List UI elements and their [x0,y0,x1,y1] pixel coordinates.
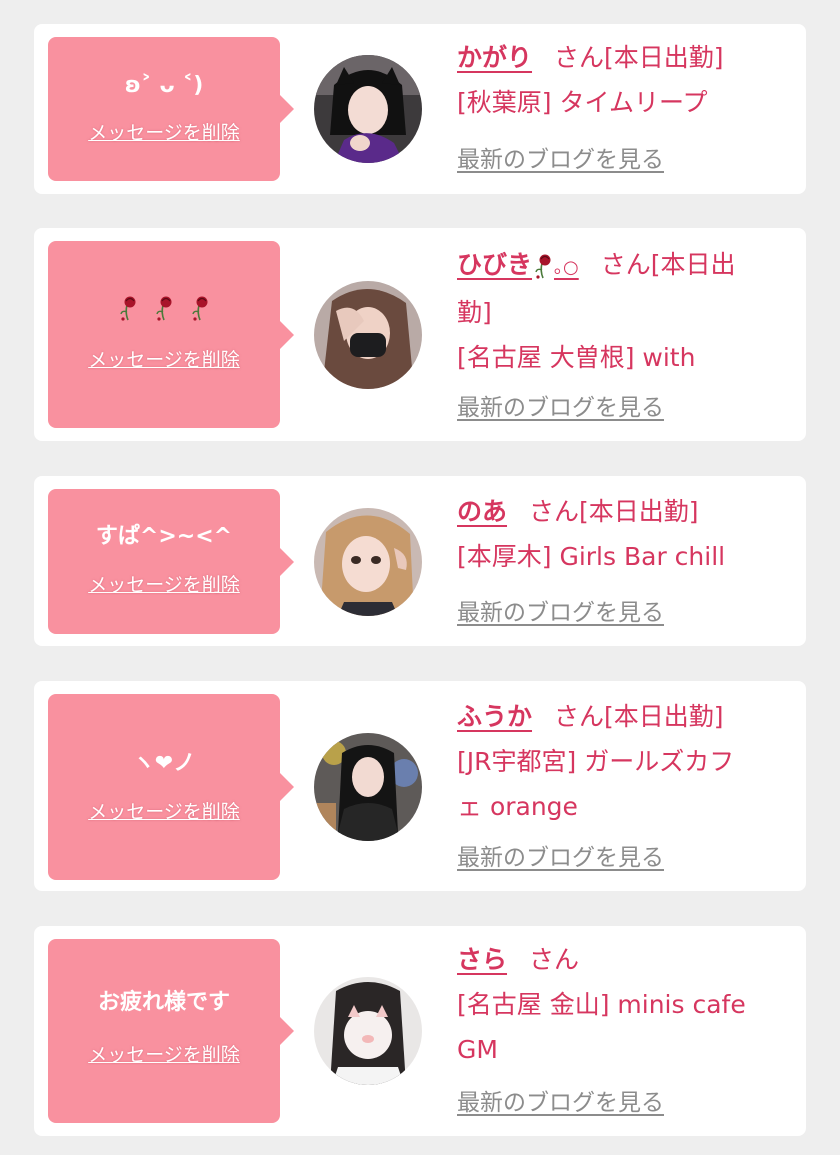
avatar[interactable] [314,281,422,389]
message-bubble: メッセージを削除 [48,241,294,428]
message-text: ヽ❤︎ノ [132,751,196,776]
wilted-rose-icon [535,253,552,280]
small-circles-icon: ｡○ [554,257,579,278]
message-text: ʚ⁠˃ ᴗ ˂⁠) [124,73,204,98]
avatar[interactable] [314,55,422,163]
cast-info: さら さん [名古屋 金山] minis cafe GM [457,937,787,1072]
message-card: すぱ^>~<^ メッセージを削除 のあ さん[本日出勤] [本厚木] Girls … [34,476,806,646]
message-bubble: すぱ^>~<^ メッセージを削除 [48,489,294,634]
avatar[interactable] [314,977,422,1085]
cast-location: [本厚木] Girls Bar chill [457,542,726,571]
avatar[interactable] [314,508,422,616]
latest-blog-link[interactable]: 最新のブログを見る [457,1088,664,1118]
cast-status: さん[本日出勤] [554,43,724,72]
avatar[interactable] [314,733,422,841]
wilted-rose-icon [120,295,137,322]
latest-blog-link[interactable]: 最新のブログを見る [457,843,664,873]
cast-location-cont: GM [457,1035,498,1064]
cast-status: さん[本日出 [600,250,736,279]
message-text: すぱ^>~<^ [95,524,233,549]
message-card: ʚ⁠˃ ᴗ ˂⁠) メッセージを削除 かがり さん[本日出勤] [秋葉原] タイム… [34,24,806,194]
cast-info: ひびき ｡○ さん[本日出 勤] [名古屋 大曽根] with [457,242,787,380]
latest-blog-link[interactable]: 最新のブログを見る [457,145,664,175]
cast-location-cont: ェ orange [457,792,578,821]
cast-status: さん[本日出勤] [529,497,699,526]
wilted-rose-icon [191,295,208,322]
cast-location: [名古屋 大曽根] with [457,343,696,372]
cast-status-cont: 勤] [457,298,492,327]
wilted-rose-icon [156,295,173,322]
cast-status: さん[本日出勤] [554,702,724,731]
message-bubble: お疲れ様です メッセージを削除 [48,939,294,1123]
cast-info: かがり さん[本日出勤] [秋葉原] タイムリープ [457,35,787,125]
message-card: ヽ❤︎ノ メッセージを削除 ふうか さん[本日出勤] [JR宇都宮] ガールズカフ… [34,681,806,891]
delete-message-link[interactable]: メッセージを削除 [48,573,280,597]
message-icons [48,293,280,323]
cast-name-link[interactable]: さら [457,945,507,974]
message-text: お疲れ様です [97,990,230,1015]
cast-name-link[interactable]: ふうか [457,702,532,731]
cast-location: [JR宇都宮] ガールズカフ [457,747,735,776]
cast-name-link[interactable]: かがり [457,43,532,72]
cast-location: [秋葉原] タイムリープ [457,88,708,117]
cast-info: のあ さん[本日出勤] [本厚木] Girls Bar chill [457,489,787,579]
message-card: お疲れ様です メッセージを削除 さら さん [名古屋 金山] minis cafe… [34,926,806,1136]
message-bubble: ʚ⁠˃ ᴗ ˂⁠) メッセージを削除 [48,37,294,181]
delete-message-link[interactable]: メッセージを削除 [48,800,280,824]
cast-name-link[interactable]: ひびき ｡○ [457,250,579,280]
message-card: メッセージを削除 ひびき ｡○ さん[本日出 勤] [名古屋 大曽根] with 最… [34,228,806,441]
cast-location: [名古屋 金山] minis cafe [457,990,746,1019]
delete-message-link[interactable]: メッセージを削除 [48,121,280,145]
message-bubble: ヽ❤︎ノ メッセージを削除 [48,694,294,880]
cast-name-link[interactable]: のあ [457,497,507,526]
cast-status: さん [529,945,580,974]
latest-blog-link[interactable]: 最新のブログを見る [457,393,664,423]
delete-message-link[interactable]: メッセージを削除 [48,348,280,372]
cast-info: ふうか さん[本日出勤] [JR宇都宮] ガールズカフ ェ orange [457,694,787,829]
latest-blog-link[interactable]: 最新のブログを見る [457,598,664,628]
delete-message-link[interactable]: メッセージを削除 [48,1043,280,1067]
